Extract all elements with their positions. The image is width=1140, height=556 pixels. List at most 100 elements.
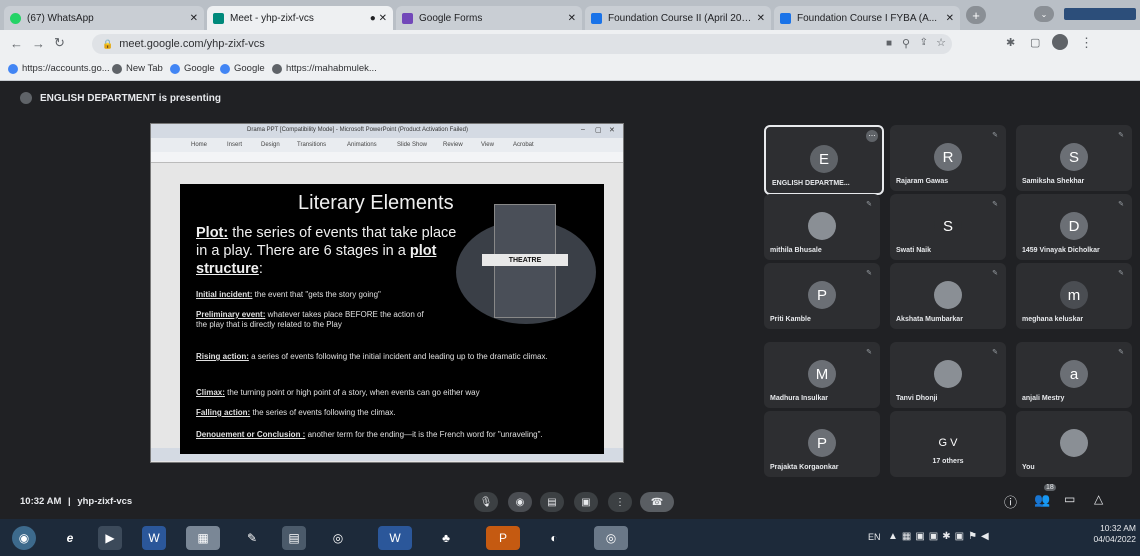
- ribbon-tab-slideshow[interactable]: Slide Show: [397, 142, 427, 148]
- presenter-icon: [20, 92, 32, 104]
- people-icon[interactable]: 👥: [1034, 492, 1050, 508]
- tab-foundation-course-2[interactable]: Foundation Course II (April 2022) ✕: [585, 6, 771, 30]
- participant-name: anjali Mestry: [1022, 395, 1065, 402]
- participant-tile[interactable]: S Samiksha Shekhar ✎: [1016, 125, 1132, 191]
- participant-tile[interactable]: Akshata Mumbarkar ✎: [890, 263, 1006, 329]
- bookmark-mahab[interactable]: https://mahabmulek...: [272, 63, 377, 74]
- participant-tile[interactable]: S Swati Naik ✎: [890, 194, 1006, 260]
- close-icon[interactable]: ● ✕: [370, 13, 387, 24]
- participant-tile[interactable]: Tanvi Dhonji ✎: [890, 342, 1006, 408]
- ribbon-tab-view[interactable]: View: [481, 142, 494, 148]
- chat-icon[interactable]: ▭: [1064, 492, 1075, 506]
- close-icon[interactable]: ✕: [568, 13, 576, 24]
- start-orb-icon[interactable]: ◉: [12, 526, 36, 550]
- info-icon[interactable]: ⓘ: [1004, 492, 1017, 511]
- mic-muted-icon: ✎: [992, 132, 998, 139]
- maximize-icon[interactable]: ▢: [595, 126, 602, 134]
- extensions-puzzle-icon[interactable]: ✱: [1006, 36, 1015, 49]
- new-tab-plus-icon[interactable]: +: [966, 6, 986, 24]
- bookmark-accounts[interactable]: https://accounts.go...: [8, 63, 110, 74]
- powerpoint-icon[interactable]: P: [486, 526, 520, 550]
- participant-tile[interactable]: You: [1016, 411, 1132, 477]
- participant-tile[interactable]: mithila Bhusale ✎: [764, 194, 880, 260]
- more-options-icon[interactable]: ⋯: [866, 130, 878, 142]
- window-controls[interactable]: [1064, 8, 1136, 20]
- bookmark-google-2[interactable]: Google: [220, 63, 265, 74]
- close-icon[interactable]: ✕: [609, 126, 615, 134]
- captions-button[interactable]: ▤: [540, 492, 564, 512]
- tab-google-forms[interactable]: Google Forms ✕: [396, 6, 582, 30]
- close-icon[interactable]: ✕: [946, 13, 954, 24]
- participant-tile[interactable]: E ENGLISH DEPARTME... ⋯: [764, 125, 884, 195]
- file-explorer-icon[interactable]: ▦: [186, 526, 220, 550]
- mic-button[interactable]: 🎙: [474, 492, 498, 512]
- bookmark-new-tab[interactable]: New Tab: [112, 63, 163, 74]
- minimize-icon[interactable]: –: [581, 126, 585, 133]
- app-icon[interactable]: ◐: [542, 526, 566, 550]
- tab-foundation-course-1[interactable]: Foundation Course I FYBA (A... ✕: [774, 6, 960, 30]
- more-options-button[interactable]: ⋮: [608, 492, 632, 512]
- zoom-icon[interactable]: ⚲: [902, 37, 910, 50]
- sidebar-icon[interactable]: ▢: [1030, 36, 1040, 49]
- close-icon[interactable]: ✕: [190, 13, 198, 24]
- chevron-down-icon[interactable]: ⌄: [1034, 6, 1054, 22]
- chrome-active-icon[interactable]: ◎: [594, 526, 628, 550]
- app-icon[interactable]: ▤: [282, 526, 306, 550]
- participant-tile[interactable]: a anjali Mestry ✎: [1016, 342, 1132, 408]
- leave-call-button[interactable]: ☎: [640, 492, 674, 512]
- presenting-text: ENGLISH DEPARTMENT is presenting: [40, 92, 221, 104]
- meeting-time: 10:32 AM: [20, 496, 62, 507]
- paint-icon[interactable]: ✎: [240, 526, 264, 550]
- system-tray-icons[interactable]: ▲▦▣▣✱▣⚑◀: [888, 531, 993, 542]
- participant-tile[interactable]: M Madhura Insulkar ✎: [764, 342, 880, 408]
- reload-icon[interactable]: ↻: [54, 35, 65, 51]
- participant-tile[interactable]: P Priti Kamble ✎: [764, 263, 880, 329]
- close-icon[interactable]: ✕: [757, 13, 765, 24]
- language-indicator[interactable]: EN: [868, 532, 881, 542]
- camera-button[interactable]: ◉: [508, 492, 532, 512]
- people-count-badge: 18: [1044, 484, 1056, 491]
- camera-icon[interactable]: ■: [886, 38, 892, 49]
- word-icon[interactable]: W: [142, 526, 166, 550]
- back-arrow-icon[interactable]: ←: [10, 36, 23, 51]
- internet-explorer-icon[interactable]: e: [58, 526, 82, 550]
- participant-tile[interactable]: R Rajaram Gawas ✎: [890, 125, 1006, 191]
- app-icon[interactable]: ♣: [434, 526, 458, 550]
- participant-name: mithila Bhusale: [770, 247, 822, 254]
- stage-item: Preliminary event: whatever takes place …: [196, 310, 424, 329]
- ribbon-tab-design[interactable]: Design: [261, 142, 280, 148]
- media-player-icon[interactable]: ▶: [98, 526, 122, 550]
- ribbon-tab-acrobat[interactable]: Acrobat: [513, 142, 534, 148]
- mic-muted-icon: ✎: [1118, 270, 1124, 277]
- participant-tile[interactable]: m meghana keluskar ✎: [1016, 263, 1132, 329]
- ribbon-tab-insert[interactable]: Insert: [227, 142, 242, 148]
- tab-meet[interactable]: Meet - yhp-zixf-vcs ● ✕: [207, 6, 393, 30]
- theatre-sign: THEATRE: [482, 254, 568, 266]
- ribbon-tab-animations[interactable]: Animations: [347, 142, 377, 148]
- more-vert-icon[interactable]: ⋮: [1080, 35, 1093, 51]
- address-bar[interactable]: 🔒 meet.google.com/yhp-zixf-vcs ■ ⚲ ⇪ ☆: [92, 34, 952, 54]
- bookmark-google-1[interactable]: Google: [170, 63, 215, 74]
- ribbon-tab-transitions[interactable]: Transitions: [297, 142, 326, 148]
- word-document-icon[interactable]: W: [378, 526, 412, 550]
- profile-avatar[interactable]: [1052, 34, 1068, 50]
- ribbon-tab-home[interactable]: Home: [191, 142, 207, 148]
- present-button[interactable]: ▣: [574, 492, 598, 512]
- bookmark-star-icon[interactable]: ☆: [936, 36, 946, 49]
- taskbar-clock[interactable]: 10:32 AM 04/04/2022: [1070, 523, 1136, 545]
- globe-icon: [112, 63, 122, 74]
- forward-arrow-icon[interactable]: →: [32, 36, 45, 51]
- tab-whatsapp[interactable]: (67) WhatsApp ✕: [4, 6, 204, 30]
- plot-colon: :: [258, 261, 263, 277]
- chrome-icon[interactable]: ◎: [326, 526, 350, 550]
- ribbon-tab-review[interactable]: Review: [443, 142, 463, 148]
- browser-tab-strip: (67) WhatsApp ✕ Meet - yhp-zixf-vcs ● ✕ …: [0, 0, 1140, 30]
- avatar-photo: [1060, 429, 1088, 457]
- participant-tile[interactable]: G V 17 others: [890, 411, 1006, 477]
- clock-time: 10:32 AM: [1100, 523, 1136, 533]
- participant-tile[interactable]: P Prajakta Korgaonkar: [764, 411, 880, 477]
- participant-tile[interactable]: D 1459 Vinayak Dicholkar ✎: [1016, 194, 1132, 260]
- share-icon[interactable]: ⇪: [920, 37, 928, 48]
- activities-icon[interactable]: △: [1094, 492, 1103, 506]
- participant-name: Swati Naik: [896, 247, 932, 254]
